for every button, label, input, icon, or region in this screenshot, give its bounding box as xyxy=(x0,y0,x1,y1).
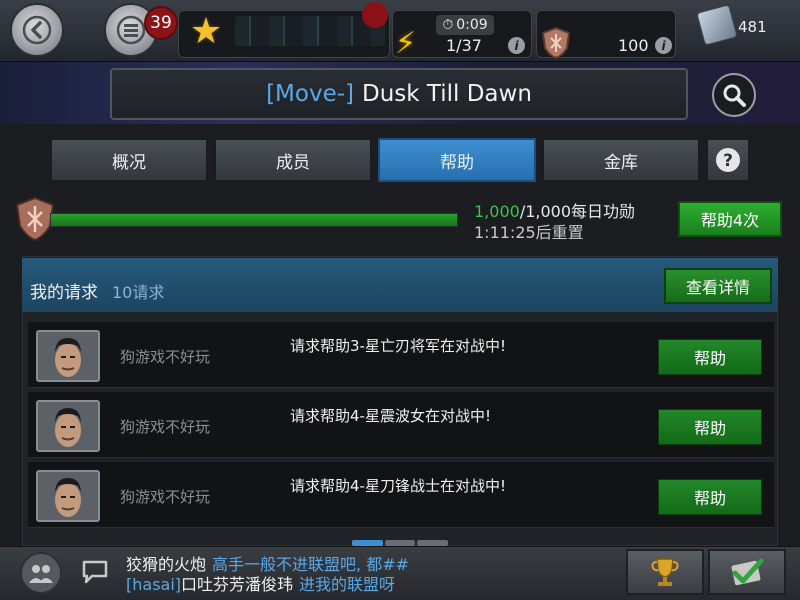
glory-shield-icon xyxy=(541,26,571,60)
energy-value: 1/37 xyxy=(446,36,482,55)
help-all-button[interactable]: 帮助4次 xyxy=(678,201,782,237)
chat-sender: 口吐芬芳潘俊玮 xyxy=(181,575,294,594)
alliance-members-button[interactable] xyxy=(20,552,62,594)
progress-fill xyxy=(51,214,457,226)
back-arrow-icon xyxy=(22,15,52,45)
checkmark-scroll-icon xyxy=(731,558,764,586)
request-row: 狗游戏不好玩 请求帮助4-星震波女在对战中! 帮助 xyxy=(28,392,774,458)
menu-icon xyxy=(116,15,146,45)
glory-info-icon[interactable]: i xyxy=(655,37,672,54)
alliance-title: [Move-] Dusk Till Dawn xyxy=(110,68,688,120)
view-details-button[interactable]: 查看详情 xyxy=(664,268,772,304)
avatar xyxy=(36,470,100,522)
my-requests-title: 我的请求 xyxy=(30,283,98,303)
help-button[interactable]: 帮助 xyxy=(658,409,762,445)
help-question-button[interactable]: ? xyxy=(706,138,750,182)
notification-badge: 39 xyxy=(144,6,178,40)
request-message: 请求帮助3-星亡刃将军在对战中! xyxy=(290,337,506,355)
tab-bank[interactable]: 金库 xyxy=(542,138,700,182)
daily-glory-progress-bar xyxy=(50,213,458,227)
request-row: 狗游戏不好玩 请求帮助3-星亡刃将军在对战中! 帮助 xyxy=(28,322,774,388)
star-rank-icon: ★ xyxy=(189,11,223,52)
request-row: 狗游戏不好玩 请求帮助4-星刀锋战士在对战中! 帮助 xyxy=(28,462,774,528)
avatar xyxy=(36,330,100,382)
avatar-portrait-icon xyxy=(38,332,98,380)
trophy-icon xyxy=(651,558,679,586)
energy-info-icon[interactable]: i xyxy=(508,37,525,54)
energy-bolt-icon: ⚡ xyxy=(395,26,417,61)
avatar-portrait-icon xyxy=(38,472,98,520)
requester-name: 狗游戏不好玩 xyxy=(120,348,211,366)
units-value: 481 xyxy=(738,18,767,36)
timer-value: 0:09 xyxy=(456,17,488,33)
requester-name: 狗游戏不好玩 xyxy=(120,488,211,506)
reset-timer-text: 1:11:25后重置 xyxy=(474,223,584,242)
tab-members[interactable]: 成员 xyxy=(214,138,372,182)
tab-overview[interactable]: 概况 xyxy=(50,138,208,182)
requester-name: 狗游戏不好玩 xyxy=(120,418,211,436)
request-message: 请求帮助4-星震波女在对战中! xyxy=(290,407,491,425)
alliance-tag: [Move-] xyxy=(266,81,354,107)
chat-bubble-icon[interactable] xyxy=(80,556,110,586)
search-button[interactable] xyxy=(712,73,756,117)
search-icon xyxy=(723,84,746,107)
alert-dot-icon xyxy=(362,2,388,28)
quest-button[interactable] xyxy=(708,549,786,595)
chat-text: 进我的联盟呀 xyxy=(299,575,396,594)
trophy-button[interactable] xyxy=(626,549,704,595)
alliance-name: Dusk Till Dawn xyxy=(362,81,532,107)
avatar xyxy=(36,400,100,452)
help-button[interactable]: 帮助 xyxy=(658,479,762,515)
glory-value: 100 xyxy=(618,36,649,55)
energy-timer: ⏱ 0:09 xyxy=(436,15,494,35)
people-icon xyxy=(29,565,53,583)
question-mark-icon: ? xyxy=(716,148,740,172)
avatar-portrait-icon xyxy=(38,402,98,450)
tab-help[interactable]: 帮助 xyxy=(378,138,536,182)
back-button[interactable] xyxy=(10,3,64,57)
chat-alliance-tag: [hasai] xyxy=(126,575,182,594)
request-count: 10请求 xyxy=(112,283,165,302)
request-message: 请求帮助4-星刀锋战士在对战中! xyxy=(290,477,506,495)
help-button[interactable]: 帮助 xyxy=(658,339,762,375)
chat-message[interactable]: [hasai]口吐芬芳潘俊玮 进我的联盟呀 xyxy=(126,571,395,595)
stopwatch-icon: ⏱ xyxy=(442,17,454,33)
svg-text:?: ? xyxy=(723,151,733,171)
